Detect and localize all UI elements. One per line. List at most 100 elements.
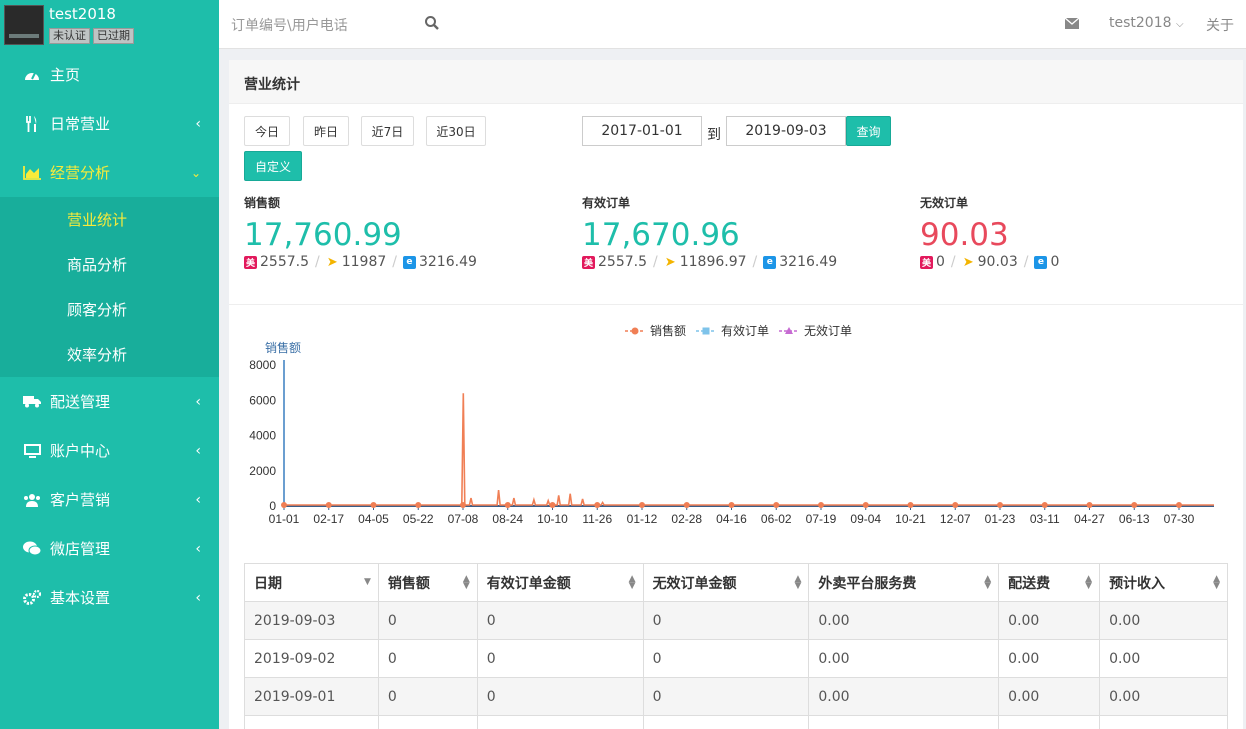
sidebar-item-customer-marketing[interactable]: 客户营销 ‹	[0, 475, 219, 524]
stat-label: 无效订单	[920, 196, 969, 210]
x-tick-label: 04-27	[1074, 512, 1105, 526]
x-tick-label: 09-04	[850, 512, 881, 526]
x-tick-label: 11-26	[582, 512, 612, 526]
submenu-item-product-analysis[interactable]: 商品分析	[0, 242, 219, 287]
stat-platform-2: 90.03	[977, 254, 1018, 270]
x-tick-label: 02-17	[313, 512, 344, 526]
cell-delivery-fee: 0.00	[998, 601, 1101, 640]
cell-delivery-fee: 0.00	[998, 677, 1101, 716]
today-button[interactable]: 今日	[244, 116, 290, 146]
user-dropdown[interactable]: test2018 ⌵	[1109, 15, 1184, 31]
legend-marker	[702, 327, 710, 335]
sidebar-item-delivery[interactable]: 配送管理 ‹	[0, 377, 219, 426]
x-tick-label: 04-16	[716, 512, 747, 526]
sidebar-item-label: 主页	[50, 66, 81, 84]
cell-expected-income: 0.00	[1099, 601, 1228, 640]
query-button[interactable]: 查询	[846, 116, 891, 146]
cell-platform-fee: 0.00	[808, 601, 1000, 640]
cell-valid-amount: 0	[476, 677, 644, 716]
chevron-left-icon: ‹	[195, 540, 201, 557]
end-date-input[interactable]: 2019-09-03	[726, 116, 846, 146]
y-tick-label: 6000	[249, 393, 276, 407]
search-icon[interactable]	[424, 15, 440, 31]
topbar: 订单编号\用户电话 test2018 ⌵ 关于	[219, 0, 1246, 49]
about-link[interactable]: 关于	[1206, 15, 1234, 35]
legend-marker	[631, 327, 639, 335]
cell-invalid-amount: 0	[642, 639, 810, 678]
x-tick-label: 10-10	[537, 512, 568, 526]
column-header-platform-fee[interactable]: 外卖平台服务费 ▲ ▼	[808, 563, 1000, 602]
stat-platform-1: 0	[936, 254, 945, 270]
stat-platform-3: 3216.49	[779, 254, 838, 270]
sort-icon: ▲ ▼	[794, 574, 802, 591]
last-30-days-button[interactable]: 近30日	[426, 116, 486, 146]
column-header-date[interactable]: 日期 ▼	[244, 563, 379, 602]
sidebar-item-daily-business[interactable]: 日常营业 ‹	[0, 99, 219, 148]
x-tick-label: 07-19	[806, 512, 837, 526]
sidebar-item-basic-settings[interactable]: 基本设置 ‹	[0, 573, 219, 622]
chevron-left-icon: ‹	[195, 491, 201, 508]
valid-orders-stat: 有效订单 17,670.96 美 2557.5 / ➤ 11896.97 / e 3216…	[582, 194, 837, 270]
dashboard-icon	[23, 68, 41, 82]
yesterday-button[interactable]: 昨日	[303, 116, 349, 146]
unverified-badge: 未认证	[49, 28, 90, 44]
column-header-invalid-amount[interactable]: 无效订单金额 ▲ ▼	[642, 563, 810, 602]
cell-valid-amount: 0	[476, 639, 644, 678]
sidebar-item-home[interactable]: 主页	[0, 50, 219, 99]
stat-value: 17,760.99	[244, 217, 402, 253]
start-date-input[interactable]: 2017-01-01	[582, 116, 702, 146]
sidebar-item-account[interactable]: 账户中心 ‹	[0, 426, 219, 475]
custom-range-button[interactable]: 自定义	[244, 151, 302, 181]
invalid-orders-stat: 无效订单 90.03 美 0/ ➤ 90.03/ e0	[920, 194, 1059, 270]
submenu-item-customer-analysis[interactable]: 顾客分析	[0, 287, 219, 332]
x-tick-label: 01-23	[985, 512, 1016, 526]
column-header-label: 外卖平台服务费	[818, 575, 917, 592]
y-tick-label: 0	[269, 499, 276, 513]
sidebar-item-business-analysis[interactable]: 经营分析 ⌄	[0, 148, 219, 197]
cutlery-icon	[23, 115, 41, 132]
search-input[interactable]: 订单编号\用户电话	[231, 15, 348, 35]
separator: /	[752, 254, 758, 270]
envelope-icon[interactable]	[1065, 18, 1079, 29]
cell-sales: 0	[377, 601, 478, 640]
stat-platform-2: 11896.97	[679, 254, 747, 270]
column-header-delivery-fee[interactable]: 配送费 ▲ ▼	[998, 563, 1101, 602]
stat-value: 90.03	[920, 217, 1009, 253]
stat-label: 销售额	[244, 196, 281, 210]
cell-expected-income: 0.00	[1099, 639, 1228, 678]
sort-desc-icon: ▼	[363, 577, 371, 587]
y-tick-label: 2000	[249, 464, 276, 478]
sidebar-username: test2018	[49, 5, 116, 23]
cell-date: 2019-09-02	[244, 639, 379, 678]
submenu-item-efficiency-analysis[interactable]: 效率分析	[0, 332, 219, 377]
column-header-valid-amount[interactable]: 有效订单金额 ▲ ▼	[476, 563, 644, 602]
panel-title: 营业统计	[229, 60, 1243, 104]
cogs-icon	[23, 590, 41, 605]
last-7-days-button[interactable]: 近7日	[361, 116, 414, 146]
x-tick-label: 06-13	[1119, 512, 1150, 526]
y-tick-label: 8000	[249, 358, 276, 372]
stat-platform-1: 2557.5	[260, 254, 309, 270]
sidebar-item-wechat-shop[interactable]: 微店管理 ‹	[0, 524, 219, 573]
cell-delivery-fee: 0.00	[998, 639, 1101, 678]
eleme-platform-icon: ➤	[663, 254, 677, 270]
submenu-item-business-stats[interactable]: 营业统计	[0, 197, 219, 242]
cell-empty	[998, 715, 1101, 729]
avatar[interactable]	[4, 5, 44, 45]
column-header-sales[interactable]: 销售额 ▲ ▼	[377, 563, 478, 602]
cell-empty	[244, 715, 379, 729]
meituan-platform-icon: 美	[244, 255, 257, 269]
table-row: 2019-09-01 0 0 0 0.00 0.00 0.00	[244, 677, 1228, 716]
stat-platform-1: 2557.5	[598, 254, 647, 270]
column-header-expected-income[interactable]: 预计收入 ▲ ▼	[1099, 563, 1228, 602]
cell-empty	[642, 715, 810, 729]
sidebar-item-label: 日常营业	[50, 115, 111, 133]
x-tick-label: 07-30	[1164, 512, 1195, 526]
x-tick-label: 05-22	[403, 512, 434, 526]
column-header-label: 配送费	[1008, 575, 1051, 592]
x-tick-label: 10-21	[895, 512, 926, 526]
x-tick-label: 02-28	[671, 512, 702, 526]
cell-sales: 0	[377, 677, 478, 716]
x-tick-label: 01-12	[627, 512, 658, 526]
column-header-label: 日期	[254, 575, 282, 592]
